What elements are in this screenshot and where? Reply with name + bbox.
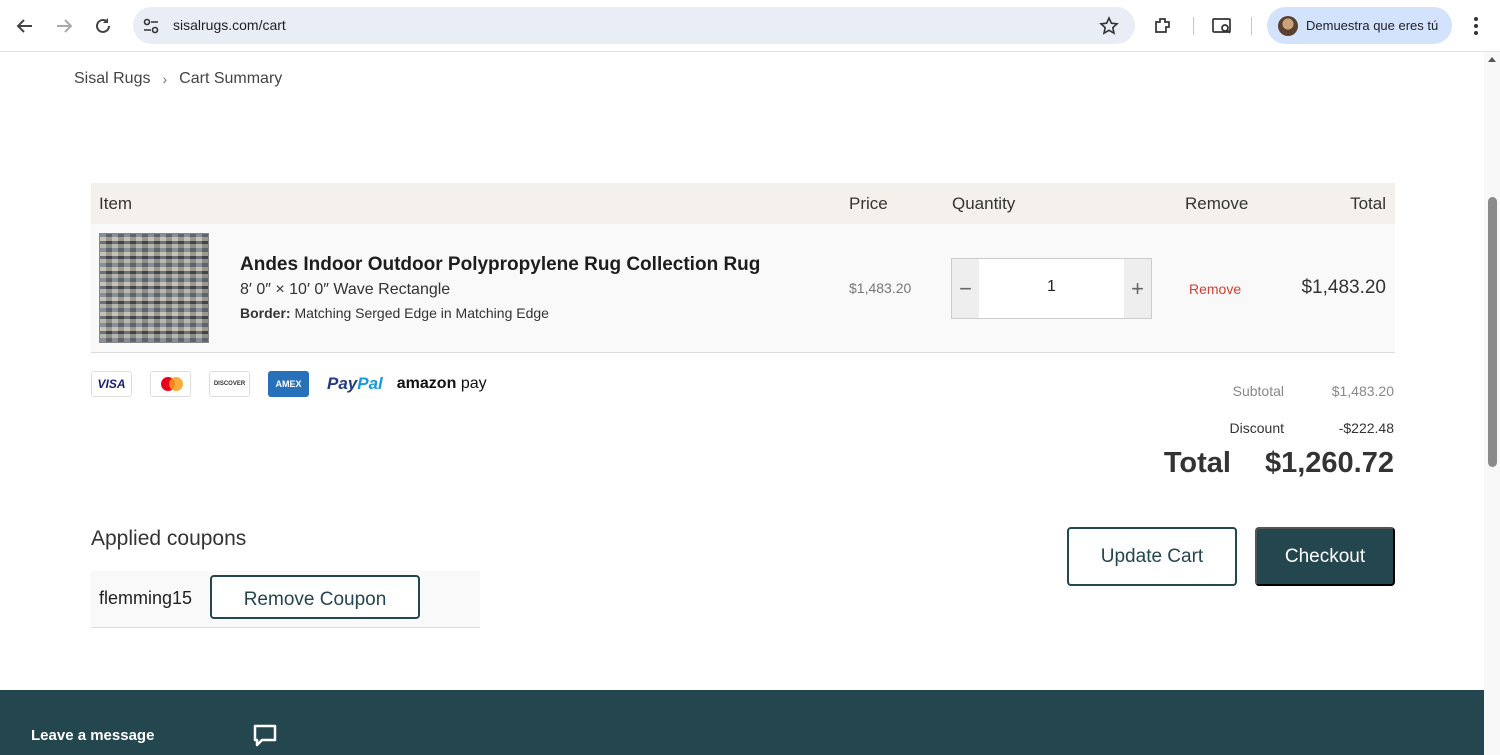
subtotal-line: Subtotal $1,483.20 xyxy=(1174,383,1394,399)
payment-methods: VISA DISCOVER AMEX PayPal amazon pay xyxy=(91,371,487,397)
discover-icon: DISCOVER xyxy=(209,371,250,397)
cart-row: Andes Indoor Outdoor Polypropylene Rug C… xyxy=(91,224,1395,353)
site-settings-icon[interactable] xyxy=(142,17,160,35)
item-total: $1,483.20 xyxy=(1301,277,1386,298)
toolbar-divider xyxy=(1251,17,1252,35)
subtotal-value: $1,483.20 xyxy=(1331,383,1394,399)
total-line: Total $1,260.72 xyxy=(1164,447,1394,480)
product-border: Border: Matching Serged Edge in Matching… xyxy=(240,305,549,321)
product-size: 8′ 0″ × 10′ 0″ Wave Rectangle xyxy=(240,281,451,298)
avatar xyxy=(1278,16,1298,36)
border-label: Border: xyxy=(240,305,291,321)
scroll-thumb[interactable] xyxy=(1488,197,1497,467)
quantity-increase-button[interactable]: + xyxy=(1124,259,1151,318)
header-price: Price xyxy=(849,194,888,213)
quantity-input[interactable]: 1 xyxy=(979,278,1124,296)
header-total: Total xyxy=(1350,194,1386,213)
visa-icon: VISA xyxy=(91,371,132,397)
applied-coupons-title: Applied coupons xyxy=(91,527,247,550)
toolbar-divider xyxy=(1193,17,1194,35)
discount-label: Discount xyxy=(1229,420,1284,436)
forward-icon[interactable] xyxy=(51,13,77,39)
total-value: $1,260.72 xyxy=(1264,447,1394,479)
cart-table: Item Price Quantity Remove Total Andes I… xyxy=(91,183,1395,353)
footer: Leave a message xyxy=(0,690,1484,755)
profile-chip[interactable]: Demuestra que eres tú xyxy=(1267,7,1452,44)
profile-label: Demuestra que eres tú xyxy=(1306,18,1439,33)
address-bar[interactable]: sisalrugs.com/cart xyxy=(133,7,1135,44)
quantity-stepper: − 1 + xyxy=(951,258,1152,319)
leave-message-label[interactable]: Leave a message xyxy=(31,727,154,744)
discount-line: Discount -$222.48 xyxy=(1174,420,1394,436)
page-scrollbar[interactable] xyxy=(1484,52,1500,755)
coupon-row: flemming15 Remove Coupon xyxy=(91,571,480,628)
extensions-icon[interactable] xyxy=(1152,15,1174,37)
paypal-icon: PayPal xyxy=(327,374,383,393)
tab-search-icon[interactable] xyxy=(1211,15,1233,37)
checkout-button[interactable]: Checkout xyxy=(1255,527,1395,586)
scroll-up-arrow-icon[interactable] xyxy=(1488,57,1496,62)
remove-item-link[interactable]: Remove xyxy=(1189,281,1241,297)
coupon-code: flemming15 xyxy=(99,588,193,608)
subtotal-label: Subtotal xyxy=(1232,383,1284,399)
amex-icon: AMEX xyxy=(268,371,309,397)
total-label: Total xyxy=(1163,447,1231,479)
discount-value: -$222.48 xyxy=(1338,420,1394,436)
breadcrumb-home-link[interactable]: Sisal Rugs xyxy=(74,70,150,88)
update-cart-button[interactable]: Update Cart xyxy=(1067,527,1237,586)
url-text[interactable]: sisalrugs.com/cart xyxy=(173,17,286,33)
header-item: Item xyxy=(99,194,133,213)
border-value: Matching Serged Edge in Matching Edge xyxy=(294,305,549,321)
reload-icon[interactable] xyxy=(90,13,116,39)
chat-icon[interactable] xyxy=(252,723,278,747)
chevron-right-icon: › xyxy=(162,71,168,87)
more-menu-icon[interactable] xyxy=(1468,14,1484,38)
header-remove: Remove xyxy=(1185,194,1249,213)
item-price: $1,483.20 xyxy=(849,280,912,296)
breadcrumb-current: Cart Summary xyxy=(179,70,283,87)
mastercard-icon xyxy=(150,371,191,397)
header-quantity: Quantity xyxy=(952,194,1016,213)
amazon-pay-icon: amazon pay xyxy=(396,375,487,392)
remove-coupon-button[interactable]: Remove Coupon xyxy=(210,575,420,619)
breadcrumb: Sisal Rugs › Cart Summary xyxy=(74,70,282,88)
cart-table-header: Item Price Quantity Remove Total xyxy=(91,183,1395,224)
product-thumbnail[interactable] xyxy=(99,233,209,343)
quantity-decrease-button[interactable]: − xyxy=(952,259,979,318)
bookmark-star-icon[interactable] xyxy=(1099,16,1119,36)
back-icon[interactable] xyxy=(12,13,38,39)
product-name[interactable]: Andes Indoor Outdoor Polypropylene Rug C… xyxy=(240,254,760,276)
browser-toolbar: sisalrugs.com/cart Demuestra que eres tú xyxy=(0,0,1500,52)
